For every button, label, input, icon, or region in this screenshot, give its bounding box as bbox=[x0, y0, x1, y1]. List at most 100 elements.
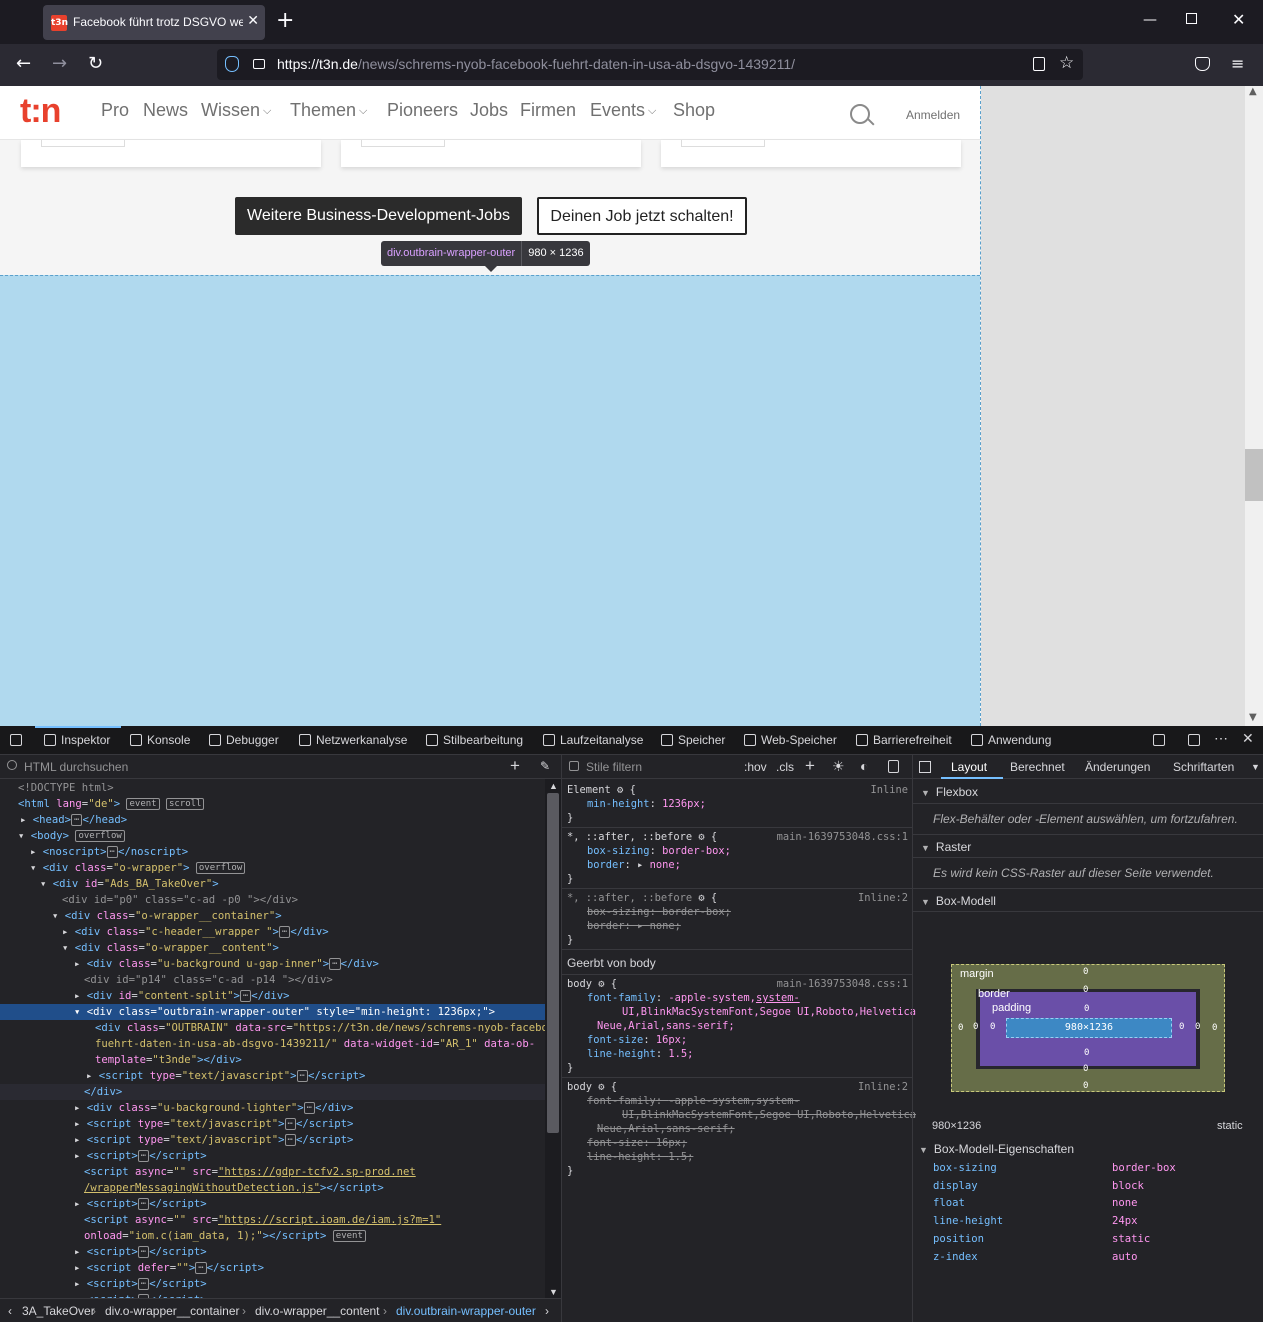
breadcrumb-right-icon[interactable]: › bbox=[545, 1304, 549, 1318]
tree-line[interactable]: ▸ <script type="text/javascript"> ⋯ </scri… bbox=[0, 1132, 545, 1148]
rule-source[interactable]: main-1639753048.css:1 bbox=[777, 830, 908, 844]
rule-declaration-overridden[interactable]: box-sizing: border-box; bbox=[587, 905, 731, 919]
tab-layout[interactable]: Layout bbox=[951, 760, 987, 774]
rule-declaration-overridden[interactable]: font-family: -apple-system,system- bbox=[587, 1094, 800, 1108]
tab-debugger[interactable]: Debugger bbox=[209, 733, 279, 747]
html-search-input[interactable]: HTML durchsuchen bbox=[24, 760, 128, 774]
menu-icon[interactable]: ≡ bbox=[1231, 54, 1244, 73]
padding-top[interactable]: 0 bbox=[1084, 1004, 1089, 1014]
section-raster[interactable]: ▼ Raster bbox=[913, 834, 1263, 858]
menu-firmen[interactable]: Firmen bbox=[520, 100, 576, 121]
tree-line[interactable]: ▾ <div class="o-wrapper__container"> bbox=[0, 908, 545, 924]
add-rule-icon[interactable]: + bbox=[805, 756, 815, 776]
rule-universal[interactable]: *, ::after, ::before ⚙ { bbox=[567, 830, 717, 844]
tab-schriftarten[interactable]: Schriftarten bbox=[1173, 760, 1234, 774]
padding-left[interactable]: 0 bbox=[990, 1022, 995, 1032]
rule-element[interactable]: Element ⚙ { bbox=[567, 783, 636, 797]
styles-filter-input[interactable]: Stile filtern bbox=[586, 760, 642, 774]
tab-berechnet[interactable]: Berechnet bbox=[1010, 760, 1065, 774]
breadcrumb-item-current[interactable]: div.outbrain-wrapper-outer bbox=[396, 1304, 536, 1318]
rule-declaration-overridden[interactable]: border: ▸ none; bbox=[587, 919, 681, 933]
tree-line[interactable]: <script async="" src="https://script.ioa… bbox=[0, 1212, 545, 1228]
back-icon[interactable]: ← bbox=[16, 54, 31, 74]
tree-line[interactable]: ▸ <div class="c-header__wrapper "> ⋯ </div… bbox=[0, 924, 545, 940]
menu-jobs[interactable]: Jobs bbox=[470, 100, 508, 121]
border-left[interactable]: 0 bbox=[973, 1022, 978, 1032]
pick-element-icon[interactable] bbox=[10, 733, 27, 747]
tree-line[interactable]: ▸ <script type="text/javascript"> ⋯ </scri… bbox=[0, 1116, 545, 1132]
tab-barrierefreiheit[interactable]: Barrierefreiheit bbox=[856, 733, 952, 747]
post-job-button[interactable]: Deinen Job jetzt schalten! bbox=[537, 197, 747, 235]
login-link[interactable]: Anmelden bbox=[906, 108, 960, 122]
tree-line[interactable]: <script async="" src="https://gdpr-tcfv2… bbox=[0, 1164, 545, 1180]
rule-source[interactable]: Inline:2 bbox=[858, 891, 908, 905]
close-tab-icon[interactable]: ✕ bbox=[247, 13, 259, 29]
more-options-icon[interactable]: ⋯ bbox=[1214, 730, 1228, 747]
rule-declaration[interactable]: box-sizing: border-box; bbox=[587, 844, 731, 858]
tree-line[interactable]: ▸ <script defer=""> ⋯ </script> bbox=[0, 1260, 545, 1276]
menu-themen[interactable]: Themen ⌵ bbox=[290, 100, 367, 121]
tab-anwendung[interactable]: Anwendung bbox=[971, 733, 1051, 747]
pocket-icon[interactable] bbox=[1195, 57, 1210, 71]
rule-source[interactable]: Inline:2 bbox=[858, 1080, 908, 1094]
tree-line[interactable]: <div id="p14" class="c-ad -p14 "></div> bbox=[0, 972, 545, 988]
light-mode-icon[interactable]: ☀ bbox=[832, 758, 845, 775]
margin-top[interactable]: 0 bbox=[1083, 967, 1088, 977]
tree-line[interactable]: ▸ <div class="u-background u-gap-inner">… bbox=[0, 956, 545, 972]
tab-web-speicher[interactable]: Web-Speicher bbox=[744, 733, 837, 747]
job-card[interactable] bbox=[21, 140, 321, 167]
tracking-shield-icon[interactable] bbox=[225, 56, 239, 72]
breadcrumb-left-icon[interactable]: ‹ bbox=[8, 1304, 12, 1318]
tree-line[interactable]: <!DOCTYPE html> bbox=[0, 780, 545, 796]
tree-line[interactable]: </div> bbox=[0, 1084, 545, 1100]
tree-line[interactable]: ▸ <script>⋯</script> bbox=[0, 1196, 545, 1212]
border-bottom[interactable]: 0 bbox=[1083, 1064, 1088, 1074]
dark-mode-icon[interactable]: ◐ bbox=[860, 758, 868, 774]
menu-pro[interactable]: Pro bbox=[101, 100, 129, 121]
job-card[interactable] bbox=[341, 140, 641, 167]
tree-line[interactable]: /wrapperMessagingWithoutDetection.js"></… bbox=[0, 1180, 545, 1196]
tree-line[interactable]: ▸ <script>⋯</script> bbox=[0, 1244, 545, 1260]
tree-line[interactable]: ▾ <body> overflow bbox=[0, 828, 545, 844]
padding-right[interactable]: 0 bbox=[1179, 1022, 1184, 1032]
url-text[interactable]: https://t3n.de/news/schrems-nyob-faceboo… bbox=[277, 56, 795, 72]
tree-line[interactable]: ▾ <div class="o-wrapper__content"> bbox=[0, 940, 545, 956]
tab-konsole[interactable]: Konsole bbox=[130, 733, 190, 747]
html-tree[interactable]: <!DOCTYPE html> <html lang="de"> event s… bbox=[0, 779, 545, 1299]
tree-line[interactable]: ▾ <div class="o-wrapper"> overflow bbox=[0, 860, 545, 876]
minimize-icon[interactable]: — bbox=[1143, 12, 1157, 28]
add-node-icon[interactable]: + bbox=[510, 756, 520, 776]
rule-source[interactable]: Inline bbox=[870, 783, 908, 797]
rule-body-inline[interactable]: body ⚙ { bbox=[567, 1080, 617, 1094]
rule-body[interactable]: body ⚙ { bbox=[567, 977, 617, 991]
tree-line[interactable]: ▸ <head> ⋯ </head> bbox=[0, 812, 545, 828]
tree-scrollbar-thumb[interactable] bbox=[547, 793, 559, 1133]
menu-news[interactable]: News bbox=[143, 100, 188, 121]
menu-pioneers[interactable]: Pioneers bbox=[387, 100, 458, 121]
tree-line[interactable]: <div class="OUTBRAIN" data-src="https://… bbox=[0, 1020, 545, 1036]
tree-line[interactable]: ▸ <script type="text/javascript"> ⋯ </scri… bbox=[0, 1068, 545, 1084]
section-box-modell[interactable]: ▼ Box-Modell bbox=[913, 888, 1263, 912]
tree-line[interactable]: ▾ <div id="Ads_BA_TakeOver"> bbox=[0, 876, 545, 892]
scroll-up-icon[interactable]: ▲ bbox=[1249, 86, 1257, 97]
rule-declaration[interactable]: font-size: 16px; bbox=[587, 1033, 687, 1047]
tab-stilbearbeitung[interactable]: Stilbearbeitung bbox=[426, 733, 523, 747]
page-scrollbar-thumb[interactable] bbox=[1245, 449, 1263, 501]
rule-universal-inline[interactable]: *, ::after, ::before ⚙ { bbox=[567, 891, 717, 905]
rule-declaration[interactable]: border: ▸ none; bbox=[587, 858, 681, 872]
scroll-down-icon[interactable]: ▼ bbox=[1249, 712, 1257, 723]
breadcrumb-item[interactable]: 3A_TakeOver bbox=[22, 1304, 95, 1318]
tab-inspektor[interactable]: Inspektor bbox=[44, 733, 110, 747]
tree-line[interactable]: ▸ <script>⋯</script> bbox=[0, 1276, 545, 1292]
section-flexbox[interactable]: ▼ Flexbox bbox=[913, 780, 1263, 804]
forward-icon[interactable]: → bbox=[52, 54, 67, 74]
rule-source[interactable]: main-1639753048.css:1 bbox=[777, 977, 908, 991]
border-right[interactable]: 0 bbox=[1195, 1022, 1200, 1032]
chevron-down-icon[interactable]: ▼ bbox=[1251, 762, 1260, 772]
scroll-down-icon[interactable]: ▼ bbox=[549, 1287, 558, 1297]
dock-icon[interactable] bbox=[1153, 733, 1170, 747]
tree-line[interactable]: onload="iom.c(iam_data, 1);"></script> e… bbox=[0, 1228, 545, 1244]
section-box-props[interactable]: ▼ Box-Modell-Eigenschaften bbox=[919, 1142, 1074, 1156]
tab-laufzeitanalyse[interactable]: Laufzeitanalyse bbox=[543, 733, 643, 747]
tree-line[interactable]: template="t3nde"></div> bbox=[0, 1052, 545, 1068]
